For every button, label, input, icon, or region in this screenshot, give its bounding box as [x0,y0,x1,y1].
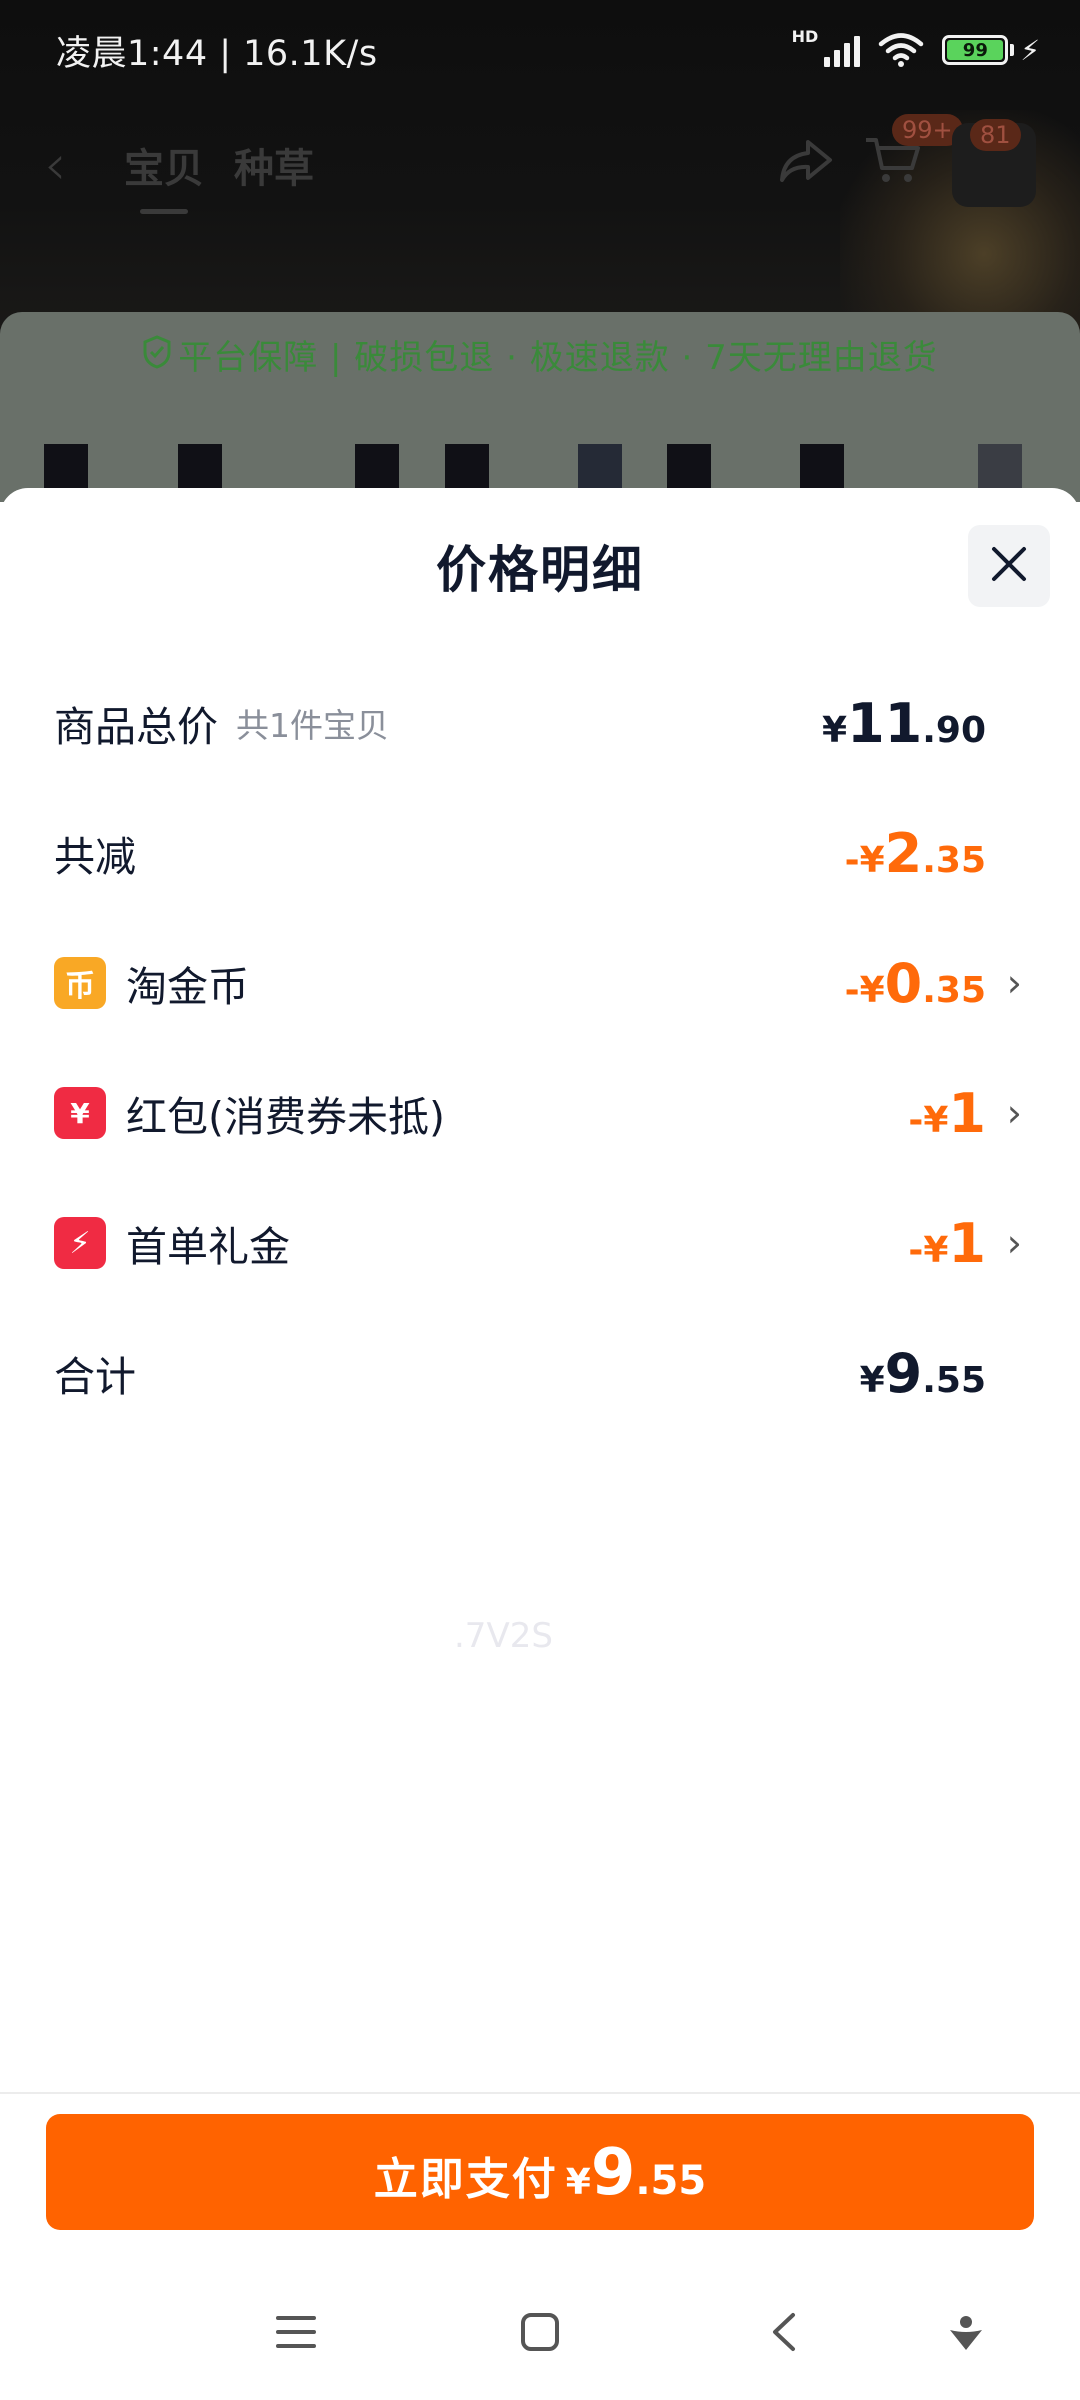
row-label: 共减 [54,833,136,881]
price-row-red-packet[interactable]: ¥ 红包(消费券未抵) -¥ 1 › [0,1048,1080,1178]
price-row-total: 合计 ¥9.55 [0,1308,1080,1438]
red-packet-icon: ¥ [54,1087,106,1139]
chevron-right-icon: › [1006,1221,1022,1265]
watermark: .7V2S [454,1616,553,1656]
close-button[interactable] [968,525,1050,607]
status-bar: 凌晨1:44 | 16.1K/s HD 99 ⚡ [0,0,1080,100]
tab-item: 宝贝 [124,136,204,214]
pay-now-button[interactable]: 立即支付 ¥ 9 .55 [46,2114,1034,2230]
system-nav-bar [0,2268,1080,2400]
item-count: 共1件宝贝 [236,706,389,745]
shield-icon [142,335,172,378]
battery-level: 99 [947,40,1004,61]
back-nav-icon[interactable] [769,2311,799,2357]
status-icons: HD 99 ⚡ [792,27,1040,67]
coin-icon: 币 [54,957,106,1009]
pay-amount-int: 9 [590,2136,636,2210]
status-time: 凌晨1:44 | 16.1K/s [56,33,378,74]
taojinbi-amount: -¥ 0.35 [844,951,986,1015]
guarantee-text: 平台保障 | 破损包退 · 极速退款 · 7天无理由退货 [178,338,938,378]
background-product-card: 平台保障 | 破损包退 · 极速退款 · 7天无理由退货 [0,312,1080,502]
guarantee-banner: 平台保障 | 破损包退 · 极速退款 · 7天无理由退货 [0,330,1080,379]
price-detail-sheet: 价格明细 商品总价 共1件宝贝 ¥11.90 共减 -¥ 2.35 币 淘金币 … [0,488,1080,2268]
first-order-gift-amount: -¥ 1 [908,1211,986,1275]
total-amount: ¥9.55 [859,1341,986,1405]
price-rows: 商品总价 共1件宝贝 ¥11.90 共减 -¥ 2.35 币 淘金币 -¥ 0.35… [0,658,1080,1438]
screen: 凌晨1:44 | 16.1K/s HD 99 ⚡ ‹ 宝贝 种草 99+ 81 … [0,0,1080,2400]
battery-icon: 99 ⚡ [942,34,1040,67]
gift-cash-icon: ⚡ [54,1217,106,1269]
signal-icon [824,33,861,67]
background-page: 凌晨1:44 | 16.1K/s HD 99 ⚡ ‹ 宝贝 种草 99+ 81 … [0,0,1080,502]
sheet-title: 价格明细 [436,541,644,599]
charging-bolt-icon: ⚡ [1020,33,1040,67]
tab-grass: 种草 [234,146,314,192]
pay-now-label: 立即支付 [373,2154,558,2205]
row-label: 红包(消费券未抵) [126,1093,445,1141]
chevron-right-icon: › [1006,1091,1022,1135]
pay-amount-dec: .55 [635,2158,707,2204]
message-button: 81 [952,119,1036,207]
row-label: 合计 [54,1353,136,1401]
price-row-total-discount: 共减 -¥ 2.35 [0,788,1080,918]
price-row-first-order-gift[interactable]: ⚡ 首单礼金 -¥ 1 › [0,1178,1080,1308]
row-label: 淘金币 [126,963,249,1011]
home-icon[interactable] [520,2312,560,2356]
menu-icon[interactable] [275,2314,317,2354]
background-nav-actions: 99+ 81 [778,114,1036,207]
background-color-swatches [0,444,1080,494]
share-icon [778,134,834,197]
pay-currency: ¥ [565,2162,591,2203]
close-icon [990,545,1028,587]
hd-icon: HD [791,26,819,46]
price-row-taojinbi[interactable]: 币 淘金币 -¥ 0.35 › [0,918,1080,1048]
background-tabs: 宝贝 种草 [124,136,314,214]
wifi-icon [878,33,924,67]
chevron-right-icon: › [1006,961,1022,1005]
assistant-icon[interactable] [946,2312,986,2356]
back-icon: ‹ [44,132,67,198]
background-nav-bar: ‹ 宝贝 种草 99+ 81 [0,110,1080,220]
price-row-subtotal: 商品总价 共1件宝贝 ¥11.90 [0,658,1080,788]
red-packet-amount: -¥ 1 [908,1081,986,1145]
subtotal-amount: ¥11.90 [822,691,986,755]
row-label: 商品总价 [54,703,218,751]
cart-icon: 99+ [864,114,963,196]
row-label: 首单礼金 [126,1223,290,1271]
total-discount-amount: -¥ 2.35 [844,821,986,885]
message-badge: 81 [970,119,1021,151]
pay-bar: 立即支付 ¥ 9 .55 [0,2092,1080,2268]
